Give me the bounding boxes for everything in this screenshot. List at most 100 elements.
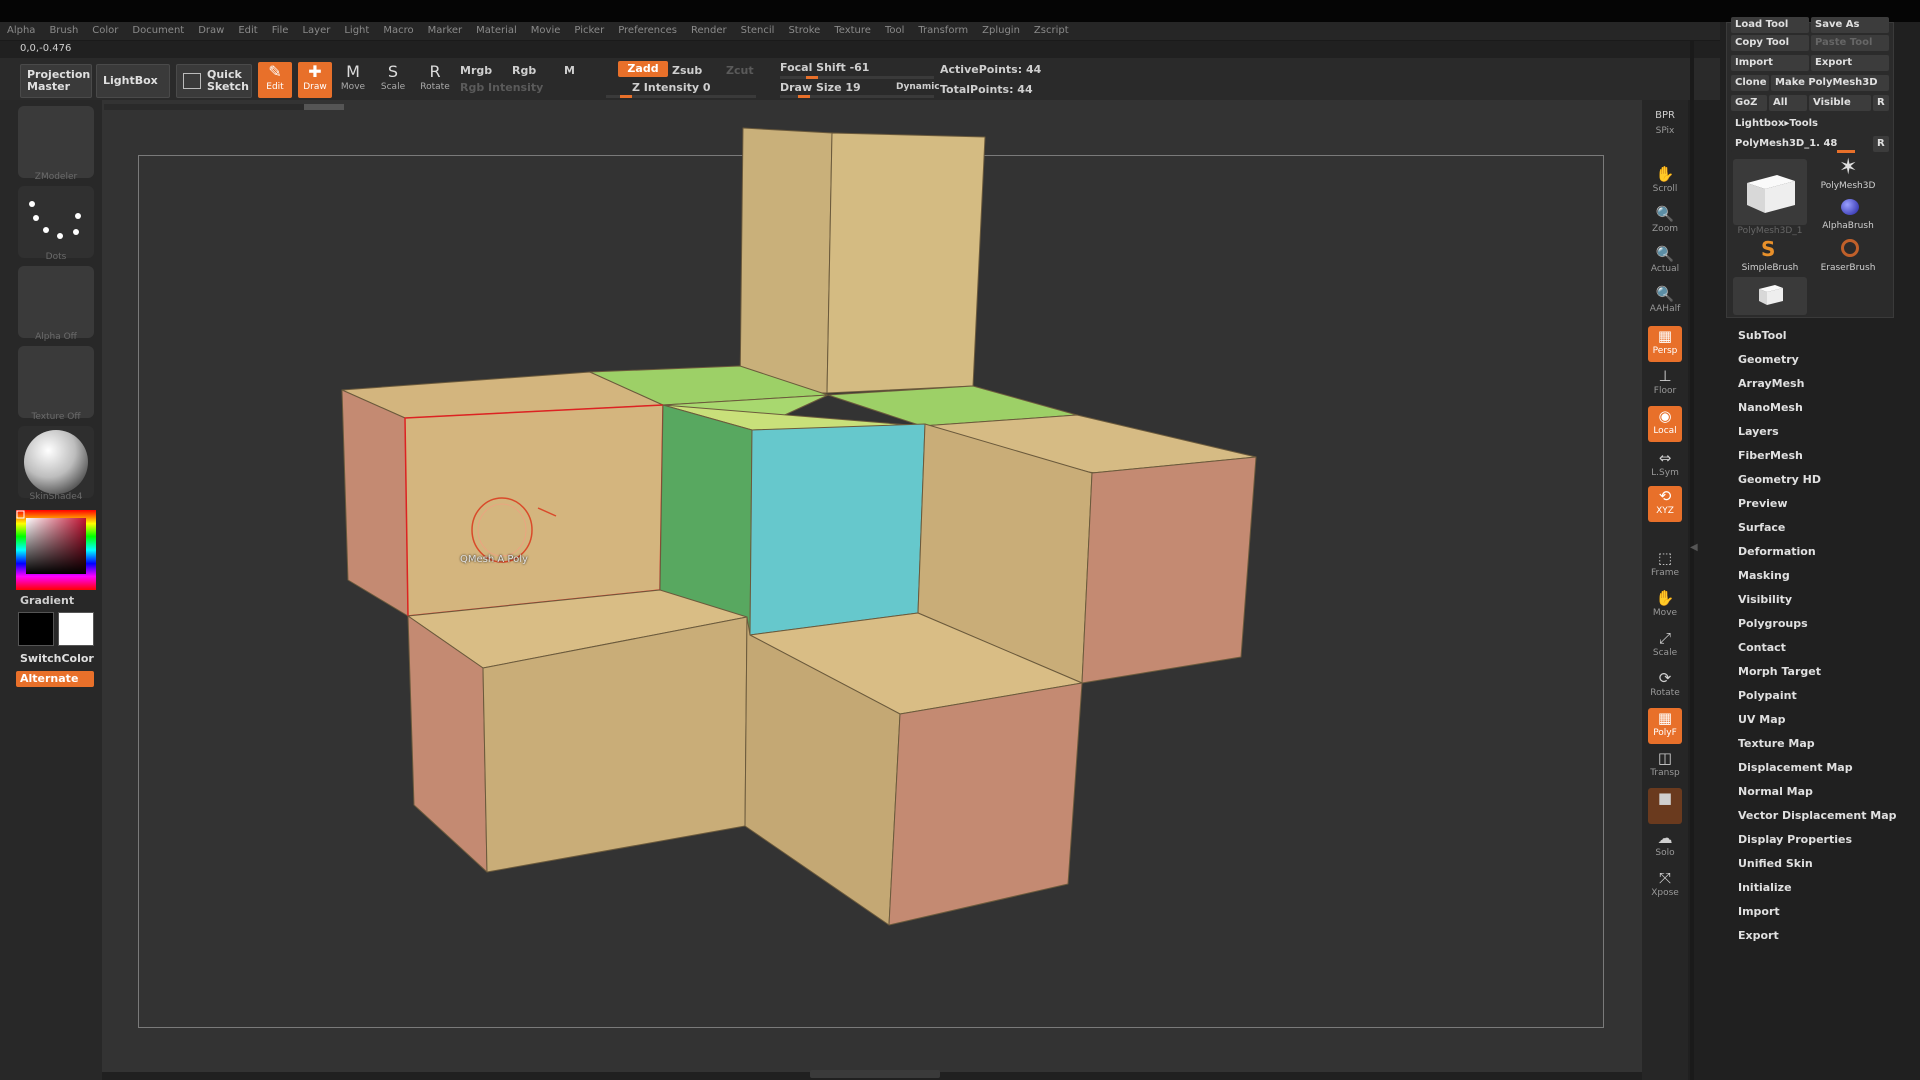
bottom-tray-handle[interactable]	[810, 1070, 940, 1078]
simplebrush-icon[interactable]: S	[1761, 237, 1775, 261]
scale-label: Scale	[1652, 648, 1678, 658]
mesh-viewport[interactable]	[0, 0, 1920, 1080]
polyf-label: PolyF	[1653, 728, 1677, 738]
tool-item-label: PolyMesh3D_1	[1737, 226, 1803, 236]
polymesh3d-star-icon[interactable]: ✶	[1839, 155, 1857, 180]
tool-menu-preview[interactable]: Preview	[1738, 496, 1918, 520]
lightbox-tools-button[interactable]: Lightbox▸Tools	[1731, 116, 1889, 132]
zoom-icon: 🔍	[1655, 205, 1675, 223]
tool-menu-displacement-map[interactable]: Displacement Map	[1738, 760, 1918, 784]
tool-menu-fibermesh[interactable]: FiberMesh	[1738, 448, 1918, 472]
tool-menu-export[interactable]: Export	[1738, 928, 1918, 952]
persp-icon: ▦	[1657, 327, 1673, 345]
transp-button[interactable]: ◫ Transp	[1648, 748, 1682, 784]
tool-item-label: PolyMesh3D	[1820, 181, 1876, 191]
goz-visible-button[interactable]: Visible	[1809, 95, 1871, 111]
frame-button[interactable]: ⬚ Frame	[1648, 548, 1682, 584]
xyz-button[interactable]: ⟲ XYZ	[1648, 486, 1682, 522]
tool-menu-contact[interactable]: Contact	[1738, 640, 1918, 664]
move-icon: ✋	[1655, 589, 1675, 607]
tool-menu-surface[interactable]: Surface	[1738, 520, 1918, 544]
polymesh3d-1-small-thumbnail[interactable]	[1733, 277, 1807, 315]
tool-menu-import[interactable]: Import	[1738, 904, 1918, 928]
paste-tool-button[interactable]: Paste Tool	[1811, 35, 1889, 51]
tool-menu-masking[interactable]: Masking	[1738, 568, 1918, 592]
actual-icon: 🔍	[1655, 245, 1675, 263]
tool-menu-uv-map[interactable]: UV Map	[1738, 712, 1918, 736]
aahalf-icon: 🔍	[1655, 285, 1675, 303]
scale-button[interactable]: ⤢ Scale	[1648, 628, 1682, 664]
tool-palette: Load Tool Save As Copy Tool Paste Tool I…	[1726, 17, 1894, 318]
bpr-button[interactable]: BPR SPix	[1648, 106, 1682, 142]
mesh-face	[1081, 456, 1257, 684]
goz-button[interactable]: GoZ	[1731, 95, 1767, 111]
bpr-icon: BPR	[1655, 110, 1675, 121]
cube-icon	[1747, 175, 1795, 213]
tool-menu-nanomesh[interactable]: NanoMesh	[1738, 400, 1918, 424]
tool-menu-polypaint[interactable]: Polypaint	[1738, 688, 1918, 712]
scale-icon: ⤢	[1658, 629, 1671, 647]
goz-all-button[interactable]: All	[1769, 95, 1807, 111]
tool-menu-polygroups[interactable]: Polygroups	[1738, 616, 1918, 640]
goz-r-button[interactable]: R	[1873, 95, 1889, 111]
transp-icon: ◫	[1657, 749, 1673, 767]
tool-menu-geometry[interactable]: Geometry	[1738, 352, 1918, 376]
eraserbrush-icon[interactable]	[1841, 239, 1859, 257]
xyz-icon: ⟲	[1658, 487, 1672, 505]
lsym-button[interactable]: ⇔ L.Sym	[1648, 448, 1682, 484]
copy-tool-button[interactable]: Copy Tool	[1731, 35, 1809, 51]
zoom-label: Zoom	[1652, 224, 1678, 234]
floor-icon: ⊥	[1658, 367, 1672, 385]
tool-menu-list: SubTool Geometry ArrayMesh NanoMesh Layers Fi…	[1738, 328, 1918, 952]
zoom-button[interactable]: 🔍 Zoom	[1648, 204, 1682, 240]
transp-label: Transp	[1650, 768, 1680, 778]
import-button[interactable]: Import	[1731, 55, 1809, 71]
tool-menu-initialize[interactable]: Initialize	[1738, 880, 1918, 904]
tool-menu-display-properties[interactable]: Display Properties	[1738, 832, 1918, 856]
rotate-icon: ⟳	[1658, 669, 1672, 687]
ghost-button[interactable]: ■	[1648, 788, 1682, 824]
rotate-button[interactable]: ⟳ Rotate	[1648, 668, 1682, 704]
move-label: Move	[1652, 608, 1678, 618]
local-label: Local	[1653, 426, 1677, 436]
alphabrush-icon[interactable]	[1841, 199, 1859, 215]
xpose-icon: ⤧	[1658, 869, 1671, 887]
lsym-label: L.Sym	[1651, 468, 1679, 478]
tool-menu-vector-displacement-map[interactable]: Vector Displacement Map	[1738, 808, 1918, 832]
scroll-button[interactable]: ✋ Scroll	[1648, 164, 1682, 200]
tool-menu-normal-map[interactable]: Normal Map	[1738, 784, 1918, 808]
solo-button[interactable]: ☁ Solo	[1648, 828, 1682, 864]
aahalf-button[interactable]: 🔍 AAHalf	[1648, 284, 1682, 320]
tool-menu-unified-skin[interactable]: Unified Skin	[1738, 856, 1918, 880]
load-tool-button[interactable]: Load Tool	[1731, 17, 1809, 33]
tool-menu-geometry-hd[interactable]: Geometry HD	[1738, 472, 1918, 496]
aahalf-label: AAHalf	[1649, 304, 1681, 314]
panel-divider[interactable]	[1690, 40, 1694, 1080]
make-polymesh-button[interactable]: Make PolyMesh3D	[1771, 75, 1889, 91]
collapse-arrow-icon[interactable]: ◀	[1690, 542, 1698, 553]
clone-button[interactable]: Clone	[1731, 75, 1769, 91]
tool-menu-layers[interactable]: Layers	[1738, 424, 1918, 448]
persp-label: Persp	[1652, 346, 1678, 356]
tool-menu-arraymesh[interactable]: ArrayMesh	[1738, 376, 1918, 400]
tool-menu-visibility[interactable]: Visibility	[1738, 592, 1918, 616]
tool-menu-texture-map[interactable]: Texture Map	[1738, 736, 1918, 760]
floor-button[interactable]: ⊥ Floor	[1648, 366, 1682, 402]
tool-menu-deformation[interactable]: Deformation	[1738, 544, 1918, 568]
tool-menu-subtool[interactable]: SubTool	[1738, 328, 1918, 352]
local-button[interactable]: ◉ Local	[1648, 406, 1682, 442]
export-button[interactable]: Export	[1811, 55, 1889, 71]
xpose-button[interactable]: ⤧ Xpose	[1648, 868, 1682, 904]
persp-button[interactable]: ▦ Persp	[1648, 326, 1682, 362]
save-as-button[interactable]: Save As	[1811, 17, 1889, 33]
current-tool-r-button[interactable]: R	[1873, 136, 1889, 152]
mesh-face	[739, 127, 833, 394]
current-tool-slider-fill	[1837, 150, 1855, 153]
polymesh3d-1-thumbnail[interactable]	[1733, 159, 1807, 225]
actual-button[interactable]: 🔍 Actual	[1648, 244, 1682, 280]
move-button[interactable]: ✋ Move	[1648, 588, 1682, 624]
tool-menu-morph-target[interactable]: Morph Target	[1738, 664, 1918, 688]
tool-item-label: SimpleBrush	[1741, 263, 1799, 273]
polyf-button[interactable]: ▦ PolyF	[1648, 708, 1682, 744]
rotate-label: Rotate	[1650, 688, 1680, 698]
